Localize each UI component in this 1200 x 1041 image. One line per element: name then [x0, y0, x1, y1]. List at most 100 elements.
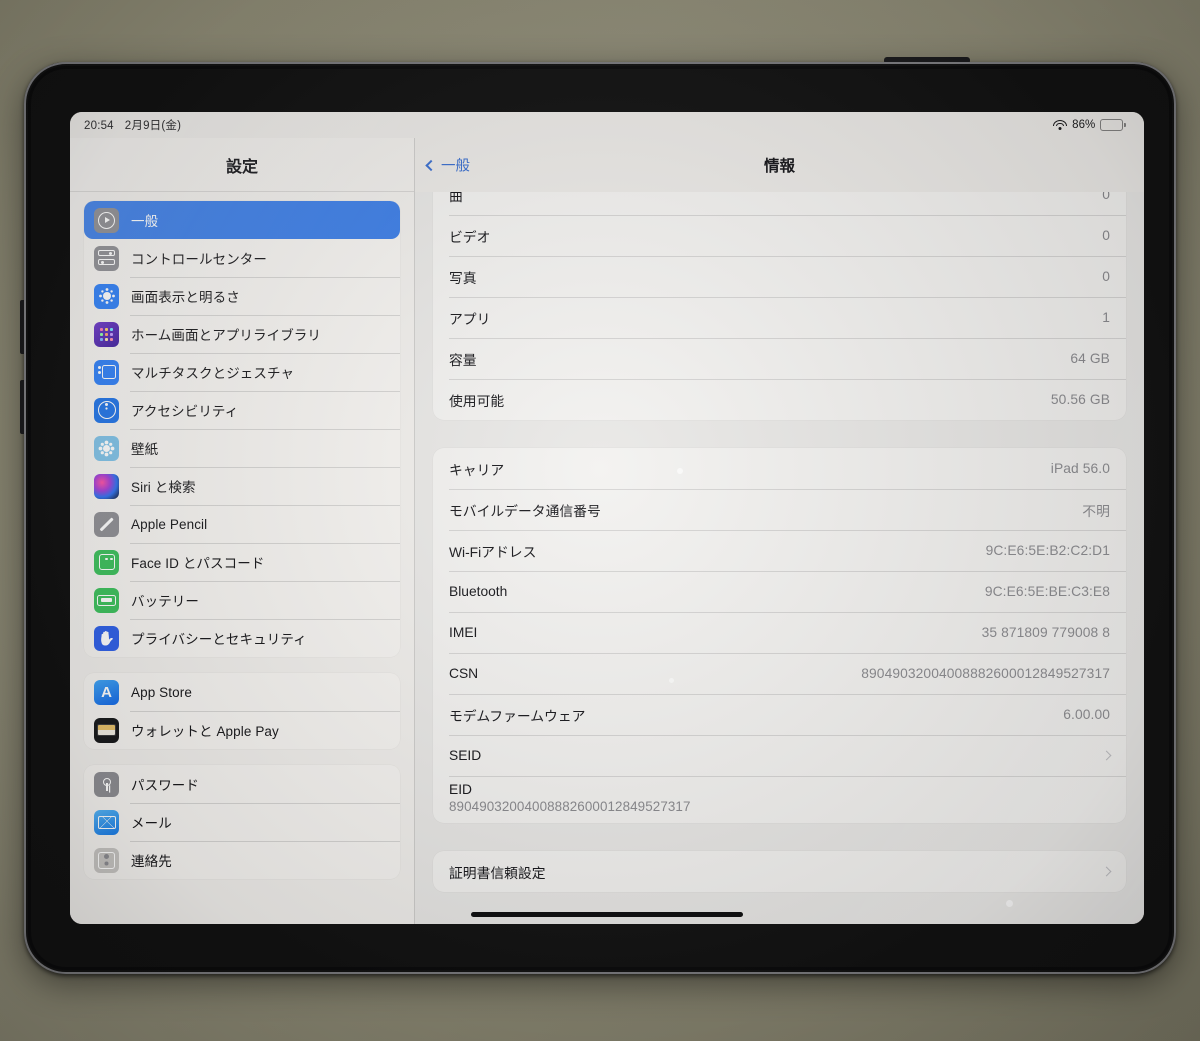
volume-down-button[interactable] — [20, 380, 26, 434]
status-bar-time: 20:54 — [84, 120, 114, 132]
info-row: 写真 0 — [433, 256, 1126, 297]
sidebar-item-11-0[interactable]: プライバシーとセキュリティ — [84, 619, 400, 657]
info-row: Bluetooth 9C:E6:5E:BE:C3:E8 — [433, 571, 1126, 612]
info-row-label: アプリ — [449, 311, 491, 327]
info-row-value: 50.56 GB — [1050, 392, 1110, 407]
info-row-label: 使用可能 — [449, 393, 505, 409]
home-indicator[interactable] — [471, 912, 743, 917]
sidebar-scroll-area[interactable]: 一般コントロールセンター 画面表示と明るさホーム画面とアプリライブラリ マルチタスク… — [70, 192, 414, 924]
info-row-label: モデムファームウェア — [449, 708, 586, 724]
sidebar-group: 一般コントロールセンター 画面表示と明るさホーム画面とアプリライブラリ マルチタスク… — [84, 201, 400, 657]
info-row-value: 89049032004008882600012849527317 — [861, 666, 1110, 681]
sidebar-item-0-2[interactable]: パスワード — [84, 765, 400, 803]
info-row: モバイルデータ通信番号 不明 — [433, 489, 1126, 530]
multitasking-icon — [94, 359, 119, 385]
info-row-label: EID — [449, 782, 472, 797]
back-button-label: 一般 — [441, 158, 470, 175]
mail-icon — [94, 809, 119, 835]
control-center-icon — [94, 245, 119, 271]
info-row-value: 89049032004008882600012849527317 — [449, 799, 691, 814]
sidebar-item-3-0[interactable]: ホーム画面とアプリライブラリ — [84, 315, 400, 353]
battery-icon — [1100, 119, 1126, 131]
sidebar-item-1-0[interactable]: コントロールセンター — [84, 239, 400, 277]
sidebar-item-2-2[interactable]: 連絡先 — [84, 841, 400, 879]
sidebar-item-label: ホーム画面とアプリライブラリ — [131, 328, 321, 343]
sidebar-item-0-0[interactable]: 一般 — [84, 201, 400, 239]
info-row-value: 9C:E6:5E:B2:C2:D1 — [985, 543, 1110, 558]
sidebar-item-5-0[interactable]: アクセシビリティ — [84, 391, 400, 429]
info-row-value: 64 GB — [1070, 351, 1110, 366]
sidebar-item-label: 一般 — [131, 214, 159, 229]
info-row[interactable]: 証明書信頼設定 — [433, 851, 1126, 892]
info-row-label: ビデオ — [449, 229, 491, 245]
info-row[interactable]: SEID — [433, 735, 1126, 776]
ipad-screen: 20:54 2月9日(金) 86% 設定 一般コントロールセンター 画面表示と明る… — [70, 112, 1144, 924]
app-store-icon — [94, 679, 119, 705]
info-row-value: 0 — [1102, 228, 1110, 243]
ipad-device: 20:54 2月9日(金) 86% 設定 一般コントロールセンター 画面表示と明る… — [20, 57, 1176, 974]
info-row: 使用可能 50.56 GB — [433, 379, 1126, 420]
sidebar-group: パスワードメール連絡先 — [84, 765, 400, 879]
info-row: Wi-Fiアドレス 9C:E6:5E:B2:C2:D1 — [433, 530, 1126, 571]
chevron-right-icon — [1101, 866, 1112, 877]
info-row: 曲0 — [433, 192, 1126, 215]
info-row: モデムファームウェア 6.00.00 — [433, 694, 1126, 735]
wallpaper-icon — [94, 435, 119, 461]
info-row-value: 0 — [1102, 269, 1110, 284]
gear-icon — [94, 207, 119, 233]
info-row-label: 写真 — [449, 270, 477, 286]
back-button[interactable]: 一般 — [425, 155, 470, 176]
siri-icon — [94, 473, 119, 499]
sidebar-item-label: 画面表示と明るさ — [131, 290, 240, 305]
sidebar-item-label: アクセシビリティ — [131, 404, 239, 419]
sidebar-item-label: マルチタスクとジェスチャ — [131, 366, 295, 381]
info-row-label: 容量 — [449, 352, 477, 368]
sidebar-item-0-1[interactable]: App Store — [84, 673, 400, 711]
sidebar-item-label: プライバシーとセキュリティ — [131, 632, 307, 647]
detail-pane: 一般 情報 曲 0 ビデオ 0 写真 0 アプリ 1 容量 64 GB 使用可能 50.56 GB キャ… — [414, 138, 1144, 924]
info-group: キャリア iPad 56.0 モバイルデータ通信番号 不明 Wi-Fiアドレス 9C:E6… — [433, 448, 1126, 823]
info-row-label: 曲 — [449, 192, 463, 204]
sidebar-title: 設定 — [70, 138, 414, 192]
sidebar-item-7-0[interactable]: Siri と検索 — [84, 467, 400, 505]
info-row: EID 89049032004008882600012849527317 — [433, 776, 1126, 823]
sidebar-item-2-0[interactable]: 画面表示と明るさ — [84, 277, 400, 315]
sidebar-item-label: コントロールセンター — [131, 252, 267, 267]
sidebar-item-8-0[interactable]: Apple Pencil — [84, 505, 400, 543]
sidebar-item-label: Siri と検索 — [131, 480, 196, 495]
info-row: ビデオ 0 — [433, 215, 1126, 256]
detail-scroll-area[interactable]: 曲 0 ビデオ 0 写真 0 アプリ 1 容量 64 GB 使用可能 50.56 GB キャリア iPad… — [415, 192, 1144, 924]
page-title: 情報 — [763, 158, 795, 175]
info-group: 証明書信頼設定 — [433, 851, 1126, 892]
status-bar: 20:54 2月9日(金) 86% — [70, 112, 1144, 138]
contacts-icon — [94, 847, 119, 873]
battery-settings-icon — [94, 587, 119, 613]
apple-pencil-icon — [94, 511, 119, 537]
info-row-label: Wi-Fiアドレス — [449, 544, 537, 560]
info-row-value: 9C:E6:5E:BE:C3:E8 — [984, 584, 1110, 599]
sidebar-item-10-0[interactable]: バッテリー — [84, 581, 400, 619]
privacy-hand-icon — [94, 625, 119, 651]
info-row: 容量 64 GB — [433, 338, 1126, 379]
battery-percent-label: 86% — [1072, 119, 1096, 131]
sidebar-item-1-2[interactable]: メール — [84, 803, 400, 841]
info-row: CSN 89049032004008882600012849527317 — [433, 653, 1126, 694]
status-bar-date: 2月9日(金) — [124, 120, 182, 132]
info-row-label: キャリア — [449, 462, 505, 478]
face-id-icon — [94, 549, 119, 575]
sidebar-item-9-0[interactable]: Face ID とパスコード — [84, 543, 400, 581]
sidebar-item-4-0[interactable]: マルチタスクとジェスチャ — [84, 353, 400, 391]
accessibility-icon — [94, 397, 119, 423]
brightness-icon — [94, 283, 119, 309]
info-row: キャリア iPad 56.0 — [433, 448, 1126, 489]
power-button[interactable] — [884, 57, 970, 64]
sidebar-item-1-1[interactable]: ウォレットと Apple Pay — [84, 711, 400, 749]
volume-up-button[interactable] — [20, 300, 26, 354]
info-row: IMEI 35 871809 779008 8 — [433, 612, 1126, 653]
info-row-value: 35 871809 779008 8 — [981, 625, 1110, 640]
sidebar-item-6-0[interactable]: 壁紙 — [84, 429, 400, 467]
sidebar-group: App Store ウォレットと Apple Pay — [84, 673, 400, 749]
sidebar-item-label: 壁紙 — [131, 442, 159, 457]
sidebar-item-label: メール — [131, 816, 172, 831]
info-row-label: Bluetooth — [449, 584, 508, 599]
